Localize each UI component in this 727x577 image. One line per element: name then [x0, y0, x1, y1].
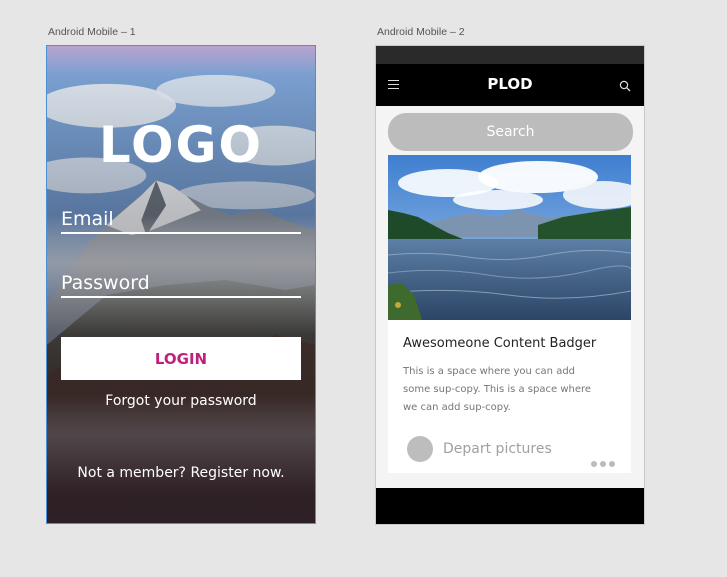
- card-body: This is a space where you can add some s…: [403, 366, 592, 413]
- status-bar: [376, 46, 644, 64]
- artboard-label-2: Android Mobile – 2: [377, 26, 465, 38]
- card-title: Awesomeone Content Badger: [403, 336, 597, 351]
- river-landscape-image: [388, 155, 631, 320]
- app-logo: LOGO: [98, 116, 264, 174]
- password-field[interactable]: [61, 272, 301, 298]
- register-link[interactable]: Not a member? Register now.: [47, 465, 315, 481]
- email-field[interactable]: [61, 208, 301, 234]
- app-bar: PLOD: [376, 64, 644, 106]
- artboard-label-1: Android Mobile – 1: [48, 26, 136, 38]
- magnifier-icon[interactable]: [619, 80, 631, 92]
- login-screen: LOGO LOGIN Forgot your password Not a me…: [46, 45, 316, 524]
- more-dots-icon[interactable]: [591, 452, 619, 467]
- avatar: [407, 436, 433, 462]
- app-title: PLOD: [487, 75, 533, 93]
- feed-screen: PLOD Search Awesomeone Content Badger Th…: [375, 45, 645, 525]
- forgot-password-link[interactable]: Forgot your password: [47, 393, 315, 409]
- password-field-wrap: [61, 272, 301, 298]
- email-field-wrap: [61, 208, 301, 234]
- bottom-bar: [376, 488, 644, 524]
- content-card[interactable]: Awesomeone Content Badger This is a spac…: [388, 155, 631, 473]
- login-button[interactable]: LOGIN: [61, 337, 301, 380]
- card-meta-label: Depart pictures: [443, 441, 552, 457]
- search-input[interactable]: [388, 113, 633, 151]
